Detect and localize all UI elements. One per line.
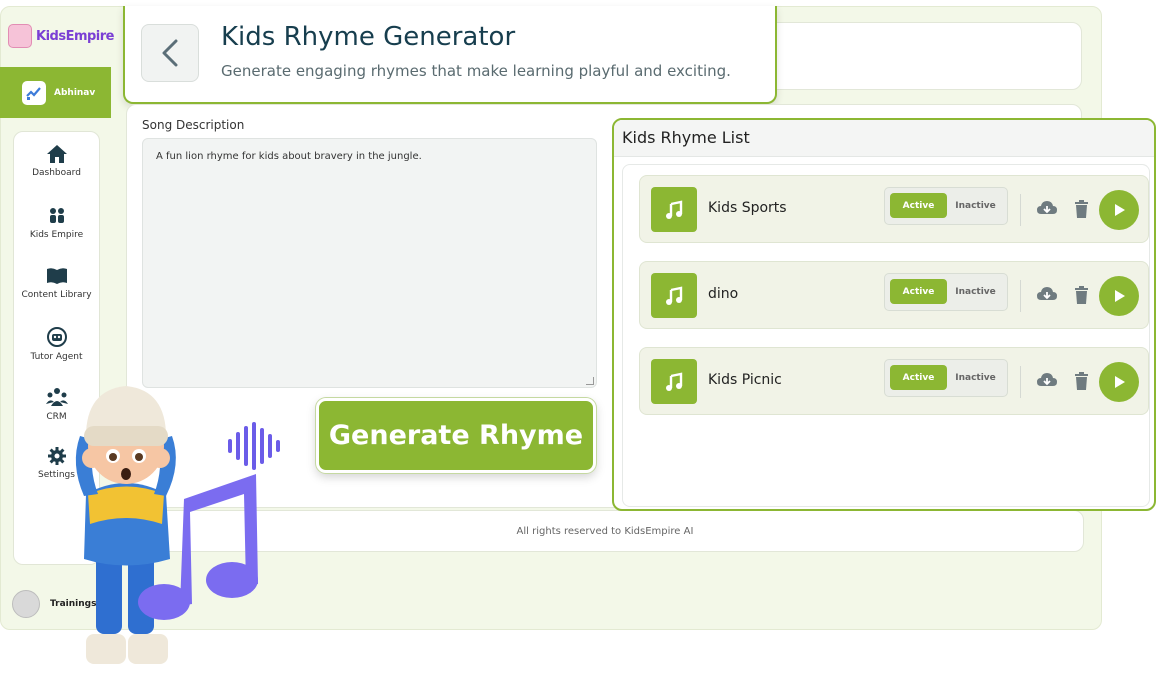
gear-icon xyxy=(47,447,66,465)
kid-mascot-illustration xyxy=(75,386,280,664)
status-toggle: Active Inactive xyxy=(884,187,1008,225)
play-button[interactable] xyxy=(1099,276,1139,316)
music-note-icon xyxy=(651,187,697,232)
inactive-toggle-button[interactable]: Inactive xyxy=(947,193,1004,218)
song-description-value: A fun lion rhyme for kids about bravery … xyxy=(156,151,422,162)
music-note-icon xyxy=(651,273,697,318)
chevron-left-icon xyxy=(162,39,178,67)
rhyme-name: Kids Sports xyxy=(708,200,787,216)
rhyme-row[interactable]: Kids Picnic Active Inactive xyxy=(639,347,1149,415)
sidebar-item-label: Kids Empire xyxy=(29,230,84,240)
brand-logo[interactable]: KidsEmpire xyxy=(8,24,115,48)
sidebar-item-label: Tutor Agent xyxy=(30,352,83,362)
rhyme-list-header: Kids Rhyme List xyxy=(614,120,1154,157)
trash-icon[interactable] xyxy=(1074,372,1089,390)
crm-icon xyxy=(45,388,68,406)
sidebar-item-label: CRM xyxy=(46,412,67,422)
sidebar-item-tutor-agent[interactable]: Tutor Agent xyxy=(14,326,99,362)
song-description-label: Song Description xyxy=(142,118,245,132)
inactive-toggle-button[interactable]: Inactive xyxy=(947,365,1004,390)
active-toggle-button[interactable]: Active xyxy=(890,365,947,390)
trash-icon[interactable] xyxy=(1074,286,1089,304)
kids-icon xyxy=(49,208,64,223)
sidebar-item-dashboard[interactable]: Dashboard xyxy=(14,144,99,178)
inactive-toggle-button[interactable]: Inactive xyxy=(947,279,1004,304)
cloud-download-icon[interactable] xyxy=(1036,199,1058,217)
footer-text: All rights reserved to KidsEmpire AI xyxy=(516,525,694,537)
status-toggle: Active Inactive xyxy=(884,359,1008,397)
sidebar-item-label: Dashboard xyxy=(32,168,81,178)
rhyme-list-panel: Kids Rhyme List Kids Sports Active Inact… xyxy=(612,118,1156,511)
trainings-avatar xyxy=(12,590,40,618)
user-name: Abhinav xyxy=(54,87,96,98)
active-toggle-button[interactable]: Active xyxy=(890,279,947,304)
sidebar-item-kids-empire[interactable]: Kids Empire xyxy=(14,206,99,240)
play-button[interactable] xyxy=(1099,190,1139,230)
rhyme-name: dino xyxy=(708,286,739,302)
play-icon xyxy=(1115,376,1125,388)
cloud-download-icon[interactable] xyxy=(1036,371,1058,389)
page-title: Kids Rhyme Generator xyxy=(221,22,516,52)
robot-icon xyxy=(46,327,67,347)
resize-handle[interactable] xyxy=(586,377,594,385)
rhyme-row[interactable]: Kids Sports Active Inactive xyxy=(639,175,1149,243)
logo-text: KidsEmpire xyxy=(36,28,115,44)
rhyme-name: Kids Picnic xyxy=(708,372,782,388)
rhyme-row[interactable]: dino Active Inactive xyxy=(639,261,1149,329)
page-subtitle: Generate engaging rhymes that make learn… xyxy=(221,62,731,80)
row-divider xyxy=(1020,366,1021,398)
sound-wave-icon xyxy=(228,422,280,470)
book-icon xyxy=(46,268,67,284)
user-profile-bar[interactable]: Abhinav xyxy=(0,67,111,118)
song-description-input[interactable]: A fun lion rhyme for kids about bravery … xyxy=(142,138,597,388)
trash-icon[interactable] xyxy=(1074,200,1089,218)
play-icon xyxy=(1115,204,1125,216)
play-icon xyxy=(1115,290,1125,302)
active-toggle-button[interactable]: Active xyxy=(890,193,947,218)
generate-rhyme-button[interactable]: Generate Rhyme xyxy=(316,398,596,473)
sidebar-item-label: Content Library xyxy=(21,290,92,300)
home-icon xyxy=(46,145,67,163)
rhyme-list-title: Kids Rhyme List xyxy=(622,128,750,147)
logo-badge-icon xyxy=(8,24,32,48)
user-avatar-icon xyxy=(22,80,46,105)
music-note-icon xyxy=(651,359,697,404)
back-button[interactable] xyxy=(141,24,199,82)
row-divider xyxy=(1020,194,1021,226)
row-divider xyxy=(1020,280,1021,312)
cloud-download-icon[interactable] xyxy=(1036,285,1058,303)
play-button[interactable] xyxy=(1099,362,1139,402)
page-header: Kids Rhyme Generator Generate engaging r… xyxy=(123,6,777,104)
sidebar-item-content-library[interactable]: Content Library xyxy=(14,266,99,300)
status-toggle: Active Inactive xyxy=(884,273,1008,311)
